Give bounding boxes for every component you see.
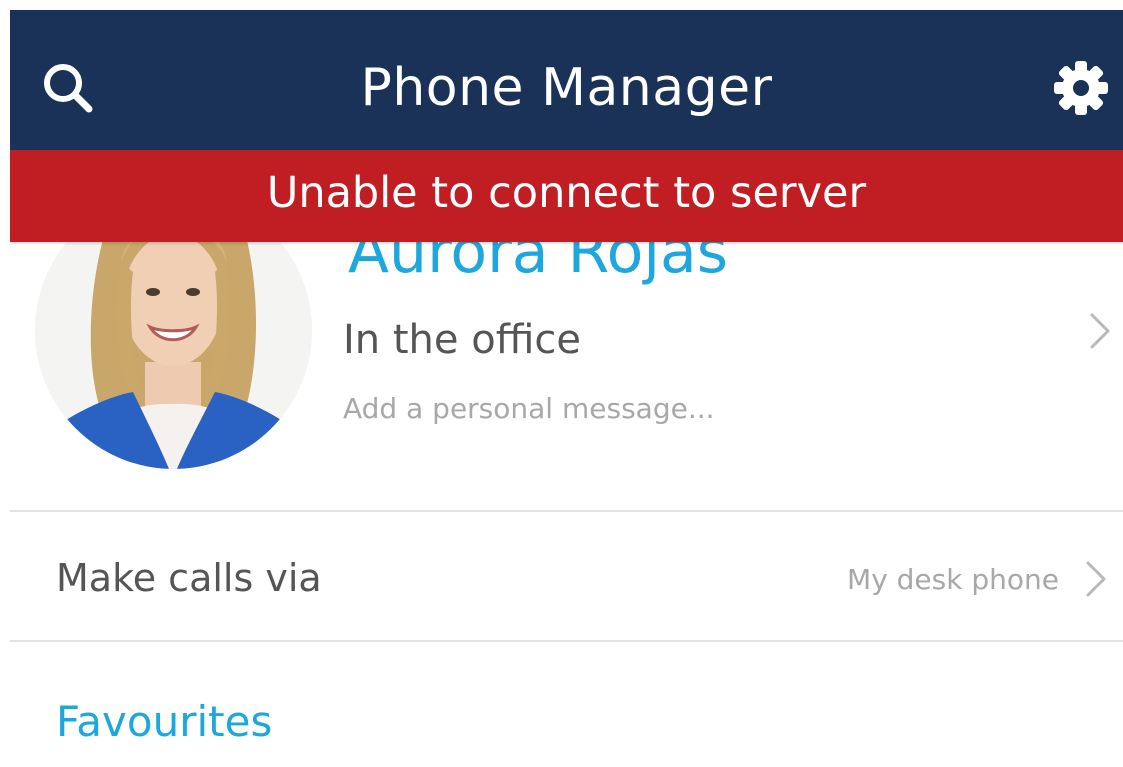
make-calls-label: Make calls via: [56, 556, 322, 600]
phone-manager-app: Phone Manager Unable to connect to serve…: [0, 0, 1123, 767]
top-navigation-bar: Phone Manager: [10, 10, 1123, 150]
settings-button[interactable]: [1049, 56, 1113, 120]
page-title: Phone Manager: [360, 58, 773, 118]
divider: [10, 640, 1123, 642]
connection-error-banner: Unable to connect to server: [10, 150, 1123, 242]
make-calls-value: My desk phone: [847, 563, 1059, 596]
gear-icon: [1054, 61, 1108, 115]
error-message: Unable to connect to server: [266, 168, 867, 218]
favourites-section-header: Favourites: [56, 697, 273, 746]
chevron-right-icon: [1086, 561, 1106, 597]
make-calls-via-row[interactable]: Make calls via My desk phone: [10, 512, 1123, 640]
chevron-right-icon: [1090, 313, 1110, 349]
personal-message-field[interactable]: Add a personal message...: [343, 388, 715, 430]
presence-status: In the office: [343, 317, 581, 363]
